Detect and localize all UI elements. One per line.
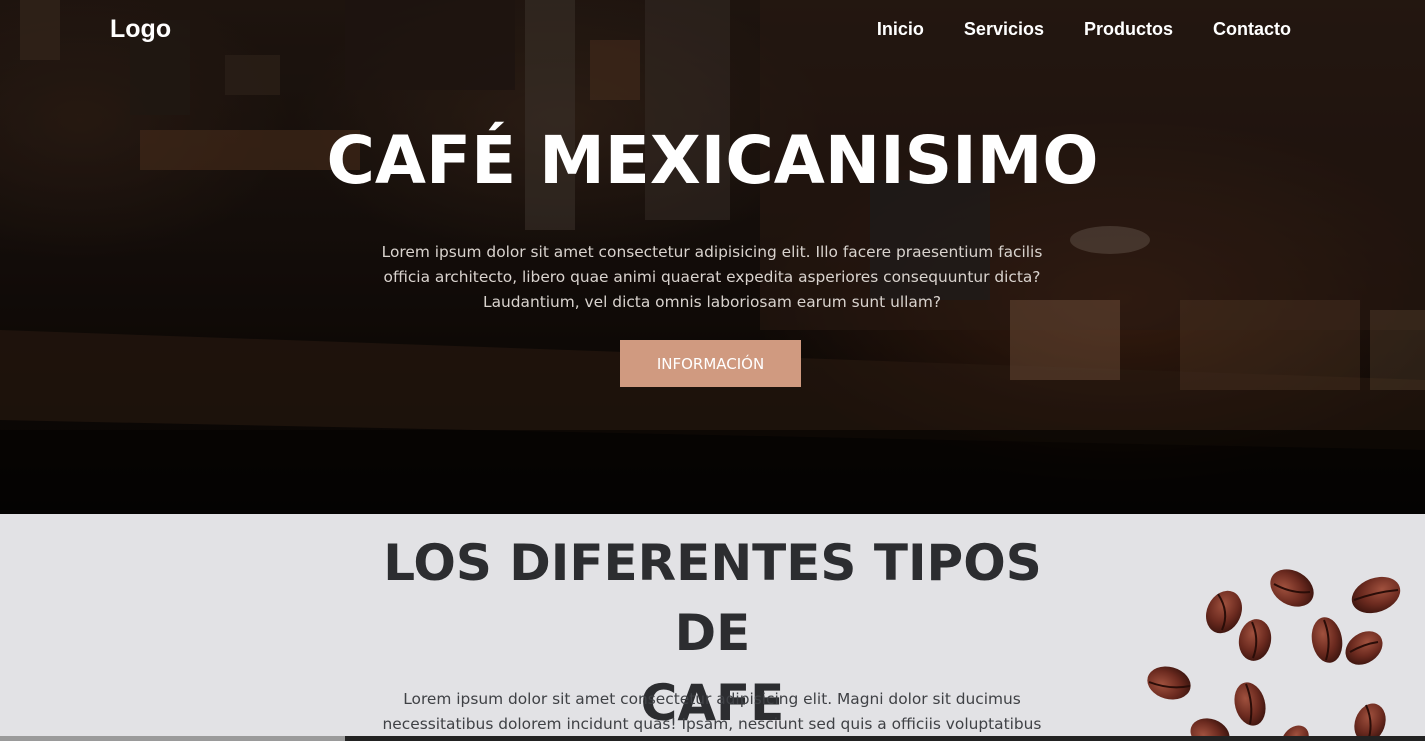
hero-description-line: officia architecto, libero quae animi qu… <box>383 268 1041 286</box>
coffee-bean-icon <box>1238 619 1272 661</box>
hero-description-line: Laudantium, vel dicta omnis laboriosam e… <box>483 293 941 311</box>
main-nav: Inicio Servicios Productos Contacto <box>877 19 1291 40</box>
coffee-bean-icon <box>1345 631 1383 665</box>
scrollbar-thumb[interactable] <box>0 736 345 741</box>
informacion-button[interactable]: INFORMACIÓN <box>620 340 801 387</box>
horizontal-scrollbar[interactable] <box>0 736 1425 741</box>
section-description: Lorem ipsum dolor sit amet consectetur a… <box>362 687 1062 737</box>
hero-description: Lorem ipsum dolor sit amet consectetur a… <box>362 240 1062 315</box>
hero-description-line: Lorem ipsum dolor sit amet consectetur a… <box>381 243 1043 261</box>
coffee-bean-icon <box>1234 682 1266 726</box>
nav-link-contacto[interactable]: Contacto <box>1213 19 1291 40</box>
coffee-bean-icon <box>1270 569 1314 607</box>
coffee-bean-icon <box>1351 576 1401 614</box>
section-description-line: necessitatibus dolorem incidunt quas! Ip… <box>382 715 1042 733</box>
section-description-line: Lorem ipsum dolor sit amet consectetur a… <box>403 690 1021 708</box>
site-logo[interactable]: Logo <box>110 15 171 44</box>
nav-link-servicios[interactable]: Servicios <box>964 19 1044 40</box>
coffee-types-section: LOS DIFERENTES TIPOS DE CAFE Lorem ipsum… <box>0 514 1425 741</box>
coffee-bean-icon <box>1354 703 1386 741</box>
hero-section: Logo Inicio Servicios Productos Contacto… <box>0 0 1425 514</box>
section-title-line: LOS DIFERENTES TIPOS DE <box>383 534 1042 662</box>
coffee-bean-icon <box>1311 617 1343 663</box>
hero-title: CAFÉ MEXICANISIMO <box>326 122 1099 199</box>
nav-link-inicio[interactable]: Inicio <box>877 19 924 40</box>
coffee-beans-image <box>1147 569 1401 741</box>
nav-link-productos[interactable]: Productos <box>1084 19 1173 40</box>
coffee-bean-icon <box>1147 666 1191 700</box>
